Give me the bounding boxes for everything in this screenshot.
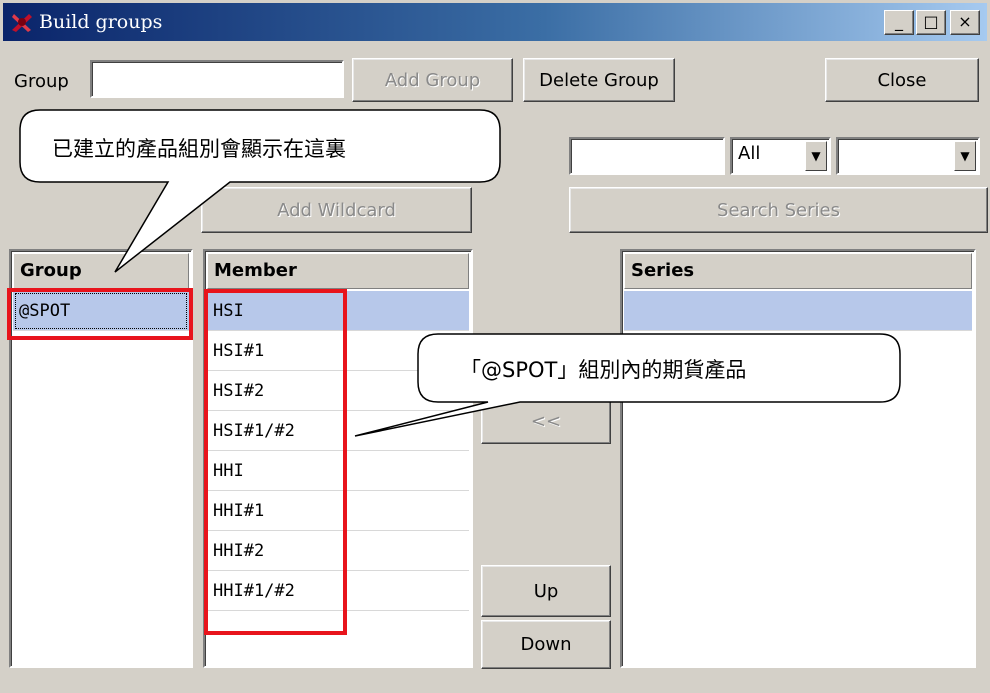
member-callout-bubble xyxy=(354,333,901,437)
callout-bubbles xyxy=(19,109,901,437)
build-groups-window: Build groups _ □ × Group Add Group Delet… xyxy=(0,0,990,693)
group-callout-text: 已建立的產品組別會顯示在這裏 xyxy=(52,137,346,161)
member-callout-text: 「@SPOT」組別內的期貨產品 xyxy=(460,358,747,382)
